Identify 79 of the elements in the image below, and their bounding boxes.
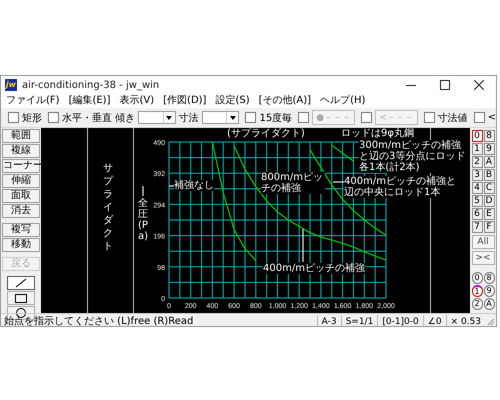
layer-button[interactable]: 5 <box>472 195 482 207</box>
layer-button[interactable]: 6 <box>472 208 482 220</box>
note-label: 800m/mピッチの補強 <box>261 172 325 194</box>
vertical-label: サプライダクト <box>103 162 113 253</box>
menu-item[interactable]: [その他(A)] <box>258 94 312 108</box>
menu-item[interactable]: 設定(S) <box>215 94 250 108</box>
group-button[interactable]: A <box>484 298 494 310</box>
leader-line <box>302 228 304 262</box>
checkbox-label: 水平・垂直 <box>62 112 112 124</box>
layer-button[interactable]: All <box>472 235 494 249</box>
layer-button[interactable]: 9 <box>484 143 494 155</box>
checkbox[interactable] <box>245 112 256 123</box>
menu-item[interactable]: ファイル(F) <box>6 94 60 108</box>
caret-icon <box>230 116 236 120</box>
menu-item[interactable]: [作図(D)] <box>163 94 206 108</box>
field-label: 傾き <box>115 112 135 124</box>
tool-button[interactable]: 伸縮 <box>2 174 40 188</box>
tool-button[interactable]: 移動 <box>2 238 40 252</box>
layer-button[interactable]: >< <box>472 251 494 265</box>
layer-button[interactable]: E <box>484 208 494 220</box>
tool-button[interactable]: 面取 <box>2 189 40 203</box>
line-icon <box>15 278 27 288</box>
draw-tool-button[interactable] <box>7 291 35 305</box>
layer-button[interactable]: 3 <box>472 169 482 181</box>
tool-button[interactable]: 複写 <box>2 223 40 237</box>
dropdown-field[interactable] <box>138 111 176 124</box>
status-field: ∠0 <box>422 314 446 326</box>
checkbox[interactable] <box>298 112 310 123</box>
checkbox-label: < <box>488 112 496 123</box>
layer-button[interactable]: D <box>484 195 494 207</box>
menu-item[interactable]: [編集(E)] <box>68 94 110 108</box>
resize-grip-icon[interactable] <box>486 317 495 326</box>
group-button[interactable]: 9 <box>484 285 494 297</box>
curve-label: 補強なし <box>174 180 214 191</box>
close-icon[interactable] <box>474 80 484 90</box>
checkbox-label: 15度毎 <box>259 112 292 124</box>
status-field: [0-1]0-0 <box>377 314 423 326</box>
draw-tool-button[interactable] <box>7 276 35 290</box>
menu-item[interactable]: 表示(V) <box>120 94 154 108</box>
checkbox[interactable] <box>361 112 372 123</box>
layer-button[interactable]: C <box>484 182 494 194</box>
leader-line <box>142 186 144 196</box>
maximize-icon[interactable] <box>440 80 450 90</box>
status-field: A-3 <box>316 314 341 326</box>
tool-button[interactable]: 範囲 <box>2 129 40 143</box>
checkbox-label: 寸法値 <box>438 112 468 124</box>
checkbox[interactable] <box>474 112 485 123</box>
group-button[interactable]: 0 <box>472 272 482 284</box>
tool-button[interactable]: 複線 <box>2 144 40 158</box>
layer-button[interactable]: B <box>484 169 494 181</box>
caret-icon <box>166 116 172 120</box>
tool-button[interactable]: 消去 <box>2 204 40 218</box>
app-logo: jw <box>5 79 17 91</box>
layer-button[interactable]: 1 <box>472 143 482 155</box>
menu-item[interactable]: ヘルプ(H) <box>320 94 366 108</box>
field-label: 寸法 <box>178 112 199 124</box>
checkbox-label: 矩形 <box>22 112 42 124</box>
group-button[interactable]: 2 <box>472 298 482 310</box>
group-button[interactable]: 8 <box>484 272 494 284</box>
layer-button[interactable]: 0 <box>472 130 482 142</box>
window-title: air-conditioning-38 - jw_win <box>22 80 160 90</box>
dropdown-field[interactable] <box>202 111 240 124</box>
layer-button[interactable]: A <box>484 156 494 168</box>
layer-button[interactable]: 4 <box>472 182 482 194</box>
layer-button[interactable]: 2 <box>472 156 482 168</box>
layer-button[interactable]: 7 <box>472 221 482 233</box>
checkbox[interactable] <box>424 112 435 123</box>
layer-button[interactable]: 8 <box>484 130 494 142</box>
curve-label: 400m/mピッチの補強と辺の中央にロッド1本 <box>344 176 456 198</box>
note-label: ロッドは9φ丸鋼 <box>341 128 414 139</box>
axis-label: 全圧(Pa) <box>138 198 148 242</box>
curve-label: 400m/mピッチの補強 <box>263 263 365 274</box>
checkbox[interactable] <box>48 112 59 123</box>
group-button[interactable]: 1 <box>472 285 482 297</box>
status-field: S=1/1 <box>340 314 378 326</box>
rectangle-icon <box>15 294 27 302</box>
status-field: × 0.53 <box>446 314 485 326</box>
checkbox[interactable] <box>8 112 19 123</box>
layer-button[interactable]: F <box>484 221 494 233</box>
